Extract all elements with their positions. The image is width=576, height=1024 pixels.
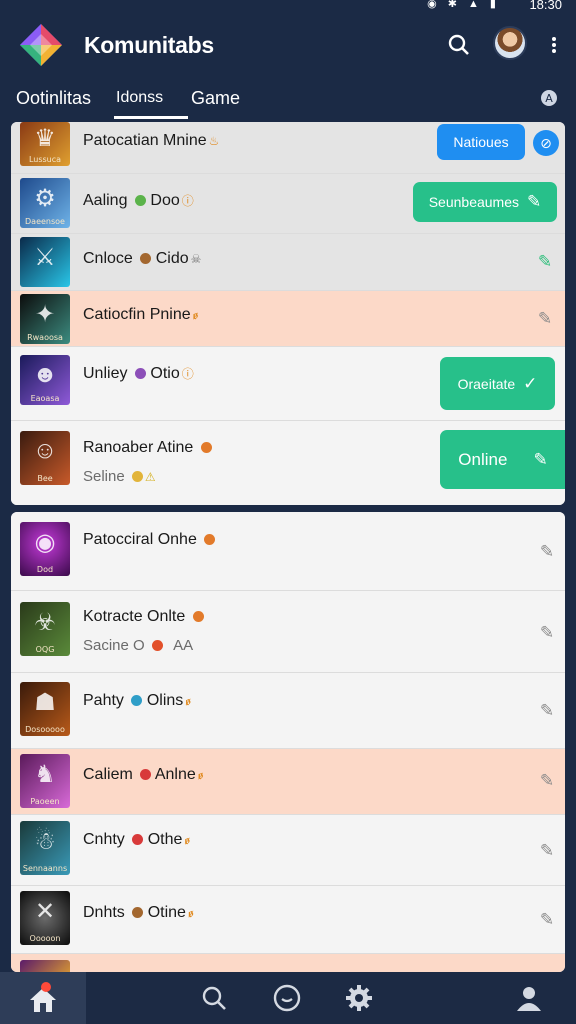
game-list-card-top: ♛ Lussuca Patocatian Mnine ♨ Natioues ⊘ ⚙… — [11, 122, 565, 505]
game-thumbnail: ✕ Ooooon — [20, 891, 70, 945]
game-thumbnail: ⚔ — [20, 237, 70, 287]
game-title: Unliey — [83, 365, 128, 382]
status-bar: ◉ ✱ ▲ ▮ 18:30 — [0, 0, 576, 14]
status-button[interactable]: Seunbeaumes ✎ — [413, 182, 557, 222]
game-title: Aaling — [83, 192, 128, 209]
game-thumbnail: ♞ Paoeen — [20, 754, 70, 808]
game-thumbnail: ☣ OQG — [20, 602, 70, 656]
online-button[interactable]: Online ✎ — [440, 430, 565, 489]
nav-home[interactable] — [0, 972, 86, 1024]
tab-bar: Ootinlitas Idonss Game A — [0, 80, 576, 120]
status-dot — [134, 195, 146, 206]
game-thumbnail: ☻ Eaoasa — [20, 355, 70, 405]
more-button[interactable] — [541, 32, 567, 58]
edit-icon[interactable]: ✎ — [537, 841, 557, 861]
tab-active-indicator — [114, 116, 188, 119]
app-title: Komunitabs — [84, 32, 214, 58]
game-thumbnail: ☗ Dosooooo — [20, 682, 70, 736]
search-icon — [202, 986, 226, 1010]
nav-chat[interactable] — [269, 980, 305, 1016]
game-title: Ranoaber Atine — [83, 439, 194, 456]
list-item[interactable]: ☣ OQG Kotracte Onlte Sacine O AA ✎ — [11, 591, 565, 673]
edit-icon[interactable]: ✎ — [537, 542, 557, 562]
more-vertical-icon — [552, 37, 556, 53]
tab-extra-icon[interactable]: A — [540, 89, 558, 112]
status-dot — [140, 253, 152, 264]
edit-icon[interactable]: ✎ — [537, 623, 557, 643]
status-button[interactable]: Natioues — [437, 124, 525, 160]
list-item[interactable]: ☻ Eaoasa Unliey Otio ⓘ Oraeitate ✓ — [11, 347, 565, 421]
game-title: Pahty — [83, 692, 124, 709]
bottom-nav — [0, 972, 576, 1024]
notification-dot — [41, 982, 51, 992]
settings-icon — [346, 985, 372, 1011]
svg-text:A: A — [545, 92, 553, 105]
list-item[interactable]: ☃ Sennaanns Cnhty Othe ꬾ ✎ — [11, 815, 565, 886]
game-thumbnail: ☃ Sennaanns — [20, 821, 70, 875]
search-button[interactable] — [446, 32, 472, 58]
list-item[interactable]: ◉ Dod Patocciral Onhe ✎ — [11, 512, 565, 591]
game-thumbnail: ☺ Bee — [20, 431, 70, 485]
game-thumbnail — [20, 960, 70, 972]
edit-icon[interactable]: ✎ — [535, 252, 555, 272]
nav-profile[interactable] — [511, 980, 547, 1016]
account-circle-icon: A — [541, 90, 557, 106]
game-title: Catiocfin Pnine — [83, 306, 191, 323]
edit-icon[interactable]: ✎ — [537, 701, 557, 721]
list-item[interactable]: ☗ Dosooooo Pahty Olins ꬾ ✎ — [11, 673, 565, 749]
status-dot — [131, 695, 143, 706]
app-header: Komunitabs — [0, 14, 576, 78]
search-icon — [448, 34, 469, 55]
list-item[interactable]: ♛ Lussuca Patocatian Mnine ♨ Natioues ⊘ — [11, 122, 565, 174]
game-title: Patocatian Mnine — [83, 132, 207, 149]
game-title: Dnhts — [83, 904, 125, 921]
status-dot — [192, 611, 204, 622]
compass-icon[interactable]: ⊘ — [533, 130, 559, 156]
game-thumbnail: ✦ Rwaoosa — [20, 294, 70, 344]
list-item-partial[interactable] — [11, 954, 565, 972]
list-item[interactable]: ✕ Ooooon Dnhts Otine ꬾ ✎ — [11, 886, 565, 954]
status-dot — [132, 907, 144, 918]
game-title: Caliem — [83, 766, 133, 783]
status-dot — [134, 368, 146, 379]
status-dot — [132, 834, 144, 845]
status-time: 18:30 — [529, 0, 562, 12]
game-thumbnail: ⚙ Daeensoe — [20, 178, 70, 228]
status-dot — [200, 442, 212, 453]
game-title: Cnhty — [83, 831, 125, 848]
game-title: Patocciral Onhe — [83, 531, 197, 548]
status-icons: ◉ ✱ ▲ ▮ — [427, 0, 500, 10]
status-dot — [204, 534, 216, 545]
fire-icon: ♨ — [208, 134, 220, 148]
list-item[interactable]: ⚙ Daeensoe Aaling Doo ⓘ Seunbeaumes ✎ — [11, 174, 565, 234]
tab-0[interactable]: Ootinlitas — [16, 88, 91, 109]
list-item[interactable]: ♞ Paoeen Caliem Anlne ꬾ ✎ — [11, 749, 565, 815]
list-item[interactable]: ☺ Bee Ranoaber Atine Seline ⚠ Online ✎ — [11, 421, 565, 505]
status-dot — [140, 769, 152, 780]
edit-icon[interactable]: ✎ — [537, 771, 557, 791]
profile-icon — [517, 987, 541, 1011]
tab-2[interactable]: Game — [191, 88, 240, 109]
game-title: Cnloce — [83, 250, 133, 267]
avatar[interactable] — [493, 26, 527, 60]
list-item[interactable]: ⚔ Cnloce Cido ☠ ✎ — [11, 234, 565, 291]
tab-1[interactable]: Idonss — [116, 89, 163, 107]
edit-icon[interactable]: ✎ — [537, 910, 557, 930]
game-thumbnail: ♛ Lussuca — [20, 122, 70, 166]
edit-icon[interactable]: ✎ — [535, 309, 555, 329]
game-thumbnail: ◉ Dod — [20, 522, 70, 576]
status-button[interactable]: Oraeitate ✓ — [440, 357, 555, 410]
nav-search[interactable] — [196, 980, 232, 1016]
chat-icon — [273, 984, 301, 1012]
edit-icon: ✎ — [527, 192, 542, 211]
list-item[interactable]: ✦ Rwaoosa Catiocfin Pnine ꬾ ✎ — [11, 291, 565, 347]
game-title: Kotracte Onlte — [83, 608, 186, 625]
game-list-card-bottom: ◉ Dod Patocciral Onhe ✎ ☣ OQG Kotracte O… — [11, 512, 565, 972]
app-logo — [20, 24, 62, 66]
nav-settings[interactable] — [341, 980, 377, 1016]
